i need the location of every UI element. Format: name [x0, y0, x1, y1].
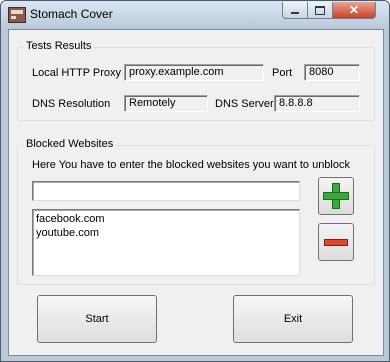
dns-resolution-value: Remotely — [124, 95, 208, 112]
proxy-value: proxy.example.com — [124, 64, 264, 81]
remove-website-button[interactable] — [318, 223, 354, 261]
dns-server-value: 8.8.8.8 — [274, 95, 360, 112]
start-button[interactable]: Start — [37, 295, 157, 343]
maximize-icon — [315, 5, 325, 15]
website-input[interactable] — [32, 181, 300, 201]
port-value: 8080 — [304, 64, 360, 81]
close-icon: ✕ — [348, 3, 360, 17]
list-item[interactable]: youtube.com — [33, 226, 299, 240]
app-icon — [8, 7, 26, 23]
blocked-websites-title: Blocked Websites — [24, 138, 116, 150]
tests-results-group: Tests Results Local HTTP Proxy proxy.exa… — [17, 40, 375, 121]
window-title: Stomach Cover — [30, 7, 113, 21]
dns-server-label: DNS Server — [215, 98, 274, 110]
tests-results-title: Tests Results — [24, 40, 94, 52]
app-window: Stomach Cover ✕ Tests Results Local HTTP… — [0, 0, 390, 362]
list-item[interactable]: facebook.com — [33, 212, 299, 226]
proxy-label: Local HTTP Proxy — [32, 67, 122, 79]
close-button[interactable]: ✕ — [332, 2, 376, 19]
client-area: Tests Results Local HTTP Proxy proxy.exa… — [8, 29, 384, 356]
port-label: Port — [272, 67, 293, 79]
blocked-websites-group: Blocked Websites Here You have to enter … — [17, 138, 375, 285]
add-website-button[interactable] — [318, 177, 354, 215]
blocked-websites-list[interactable]: facebook.com youtube.com — [32, 209, 300, 276]
minimize-icon — [291, 12, 299, 14]
minus-icon — [324, 239, 348, 246]
title-bar[interactable]: Stomach Cover ✕ — [1, 1, 389, 29]
minimize-button[interactable] — [282, 2, 308, 19]
maximize-button[interactable] — [307, 2, 333, 19]
exit-button[interactable]: Exit — [233, 295, 353, 343]
dns-resolution-label: DNS Resolution — [32, 98, 111, 110]
blocked-instruction: Here You have to enter the blocked websi… — [32, 159, 350, 171]
